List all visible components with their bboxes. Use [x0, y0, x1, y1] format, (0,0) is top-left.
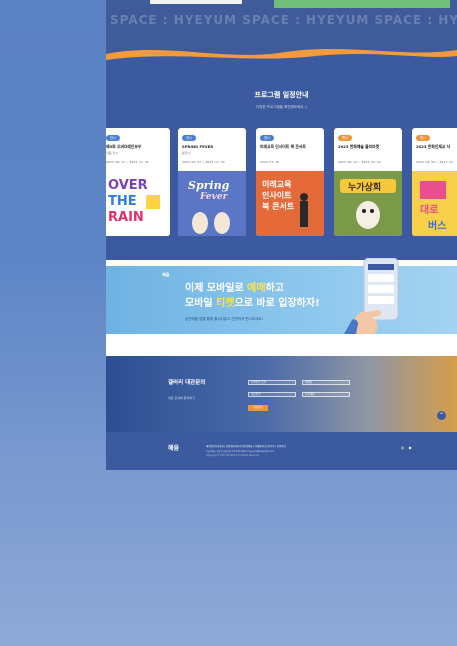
card-title: 2023 한화예술 플리마켓 [338, 144, 380, 149]
svg-text:누가상회: 누가상회 [348, 181, 381, 193]
program-card[interactable]: 행사 2023 한화예술 플리마켓 2023. 09. 21 ~ 2023. 0… [334, 128, 402, 236]
footer: 혜윰 개인정보처리방침 | 영상정보처리기기운영방침 | 이메일무단수집거부 |… [106, 432, 457, 470]
website-page: SPACE : HYEYUM SPACE : HYEYUM SPACE : HY… [106, 0, 457, 470]
svg-text:북 콘서트: 북 콘서트 [262, 201, 295, 211]
hero-thumbnail[interactable] [274, 0, 450, 8]
program-card[interactable]: 전시 제5회 오버더레인보우 작품 전시 2023. 09. 27 ~ 2023… [106, 128, 170, 236]
poster-image: 누가상회 [334, 171, 402, 236]
headline-text: 하고 [265, 283, 284, 294]
headline-highlight: 예매 [247, 283, 266, 294]
svg-text:인사이트: 인사이트 [262, 190, 292, 200]
brand-logo: 혜윰 [162, 272, 170, 277]
phone-hand-illustration [344, 258, 399, 334]
card-title: 제5회 오버더레인보우 [106, 144, 142, 149]
svg-text:미래교육: 미래교육 [262, 179, 292, 189]
card-date: 2023. 07. 26 [260, 160, 280, 164]
marquee-text: SPACE : HYEYUM SPACE : HYEYUM SPACE : HY… [110, 13, 457, 27]
program-card[interactable]: 전시 2023 한화인재교 자 2023. 04. 05 ~ 2023. 11.… [412, 128, 457, 236]
headline-highlight: 티켓 [216, 298, 235, 309]
poster-image: 대로 버스 [412, 171, 457, 236]
svg-text:버스: 버스 [428, 219, 446, 232]
footer-links[interactable]: 개인정보처리방침 | 영상정보처리기기운영방침 | 이메일무단수집거부 | 이용… [206, 444, 286, 448]
chevron-up-icon: ⌃ [438, 412, 445, 419]
rental-submit-button[interactable]: 대관문의 [248, 405, 268, 411]
program-subtitle: 다양한 프로그램을 확인해보세요 :) [256, 105, 307, 109]
banner-description: 공간예움 앱을 통해 줄서지말고 간편하게 만나보세요! [185, 317, 263, 321]
footer-info: 서울특별시 종로구 대표번호 02-000-0000 / hyeyum@exam… [206, 450, 275, 453]
card-subtitle: 봄전시 [182, 151, 191, 155]
svg-text:Spring: Spring [188, 179, 230, 192]
hero-thumbnail[interactable] [150, 0, 242, 4]
headline-text: 모바일 [185, 298, 217, 309]
name-field[interactable]: 이름입력 [248, 392, 296, 397]
category-badge: 전시 [106, 135, 120, 141]
rental-subtitle: 대관 안내와 문의하기 [168, 396, 195, 400]
email-field[interactable]: 이메일 [302, 380, 350, 385]
banner-headline-1: 이제 모바일로 예매하고 [185, 279, 284, 294]
banner-headline-2: 모바일 티켓으로 바로 입장하자! [185, 294, 320, 309]
program-card[interactable]: 전시 SPRING FEVER 봄전시 2023. 09. 27 ~ 2023.… [178, 128, 246, 236]
category-badge: 전시 [416, 135, 430, 141]
instagram-icon[interactable]: ◎ [400, 445, 405, 450]
category-badge: 전시 [260, 135, 274, 141]
mobile-ticket-banner[interactable]: 혜윰 이제 모바일로 예매하고 모바일 티켓으로 바로 입장하자! 공간예움 앱… [106, 258, 457, 334]
svg-text:OVER: OVER [108, 178, 148, 193]
card-date: 2023. 09. 21 ~ 2023. 09. 23 [338, 160, 381, 164]
youtube-icon[interactable]: ▶ [408, 445, 413, 450]
poster-image: OVER THE RAIN [106, 171, 170, 236]
program-section: 프로그램 일정안내 다양한 프로그램을 확인해보세요 :) 전시 제5회 오버더… [106, 62, 457, 260]
svg-text:RAIN: RAIN [108, 210, 144, 225]
poster-image: Spring Fever [178, 171, 246, 236]
rental-title: 갤러리 대관문의 [168, 380, 206, 386]
footer-copyright: Copyright © HYEYUM SPACE All Rights Rese… [206, 454, 260, 457]
headline-text: 이제 모바일로 [185, 283, 248, 294]
card-title: SPRING FEVER [182, 144, 214, 149]
program-card[interactable]: 전시 미래교육 인사이트 북 콘서트 2023. 07. 26 미래교육 인사이… [256, 128, 324, 236]
phone-field[interactable]: 전화번호 입력 [248, 380, 296, 385]
card-title: 2023 한화인재교 자 [416, 144, 451, 149]
svg-text:THE: THE [108, 194, 137, 209]
card-date: 2023. 04. 05 ~ 2023. 11. [416, 160, 454, 164]
poster-image: 미래교육 인사이트 북 콘서트 [256, 171, 324, 236]
footer-logo: 혜윰 [168, 445, 180, 452]
category-badge: 행사 [338, 135, 352, 141]
scroll-top-button[interactable]: ⌃ [437, 411, 446, 420]
card-date: 2023. 09. 27 ~ 2023. 11. 30 [182, 160, 225, 164]
program-title: 프로그램 일정안내 [254, 91, 309, 99]
svg-text:Fever: Fever [199, 192, 229, 202]
inquiry-field[interactable]: 문의내용 [302, 392, 350, 397]
card-date: 2023. 09. 27 ~ 2023. 11. 30 [106, 160, 149, 164]
headline-text: 으로 바로 입장하자! [234, 298, 320, 309]
category-badge: 전시 [182, 135, 196, 141]
svg-text:대로: 대로 [420, 203, 438, 216]
gallery-rental-section: 갤러리 대관문의 대관 안내와 문의하기 전화번호 입력 이메일 이름입력 문의… [106, 356, 457, 432]
card-subtitle: 작품 전시 [106, 151, 118, 155]
card-title: 미래교육 인사이트 북 콘서트 [260, 144, 306, 149]
